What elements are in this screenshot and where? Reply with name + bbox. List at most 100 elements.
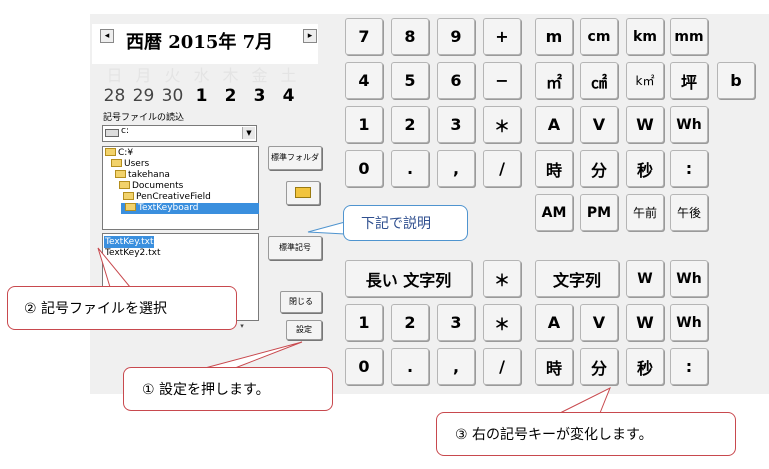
symbol-key[interactable]: W [626, 304, 664, 341]
weekday: 金 [251, 66, 268, 85]
calendar-day[interactable]: 4 [274, 86, 303, 106]
tree-item[interactable]: takehana [115, 170, 170, 181]
symbol-key[interactable]: mm [670, 18, 708, 55]
symbol-key[interactable]: Wh [670, 106, 708, 143]
symbol-key[interactable]: 坪 [670, 62, 708, 99]
calendar-day[interactable]: 28 [100, 86, 129, 106]
symbol-key[interactable]: 分 [580, 150, 618, 187]
folder-icon [111, 159, 122, 167]
tree-item-label: C:¥ [118, 148, 134, 158]
symbol-key[interactable]: 2 [391, 304, 429, 341]
symbol-key[interactable]: − [483, 62, 521, 99]
file-item[interactable]: TextKey2.txt [104, 247, 162, 259]
tree-item[interactable]: Users [111, 159, 149, 170]
symbol-key[interactable]: 7 [345, 18, 383, 55]
symbol-key[interactable]: k㎡ [626, 62, 664, 99]
symbol-key[interactable]: W [626, 106, 664, 143]
standard-symbol-button[interactable]: 標準記号 [268, 236, 322, 260]
symbol-key[interactable]: V [580, 106, 618, 143]
folder-icon [125, 203, 136, 211]
calendar-days: 28 29 30 1 2 3 4 [100, 86, 320, 106]
symbol-key[interactable]: ㎡ [535, 62, 573, 99]
symbol-key[interactable]: : [670, 150, 708, 187]
symbol-key[interactable]: cm [580, 18, 618, 55]
open-folder-button[interactable] [286, 181, 320, 205]
symbol-key[interactable]: / [483, 348, 521, 385]
symbol-key[interactable]: 0 [345, 150, 383, 187]
symbol-key[interactable]: 文字列 [535, 260, 619, 297]
standard-folder-button[interactable]: 標準フォルダ [268, 146, 322, 170]
tree-item[interactable]: C:¥ [105, 148, 133, 159]
symbol-key[interactable]: : [670, 348, 708, 385]
symbol-key[interactable]: 分 [580, 348, 618, 385]
symbol-key[interactable]: . [391, 348, 429, 385]
tree-item[interactable]: PenCreativeField [123, 192, 211, 203]
symbol-key[interactable]: 6 [437, 62, 475, 99]
callout-press-settings: ① 設定を押します。 [123, 367, 333, 411]
symbol-key[interactable]: , [437, 150, 475, 187]
symbol-key[interactable]: 1 [345, 106, 383, 143]
symbol-key[interactable]: . [391, 150, 429, 187]
symbol-key[interactable]: AM [535, 194, 573, 231]
symbol-key[interactable]: 2 [391, 106, 429, 143]
calendar-day[interactable]: 2 [216, 86, 245, 106]
symbol-key[interactable]: 0 [345, 348, 383, 385]
close-button[interactable]: 閉じる [280, 291, 322, 313]
folder-icon [115, 170, 126, 178]
symbol-key[interactable]: 時 [535, 150, 573, 187]
symbol-key[interactable]: A [535, 304, 573, 341]
symbol-key[interactable]: A [535, 106, 573, 143]
symbol-key[interactable]: m [535, 18, 573, 55]
symbol-key[interactable]: ＊ [483, 260, 521, 297]
drive-select[interactable]: c: ▼ [102, 125, 257, 142]
calendar-day[interactable]: 30 [158, 86, 187, 106]
folder-tree[interactable]: C:¥ Users takehana Documents PenCreative… [102, 146, 259, 230]
symbol-key[interactable]: W [626, 260, 664, 297]
symbol-key[interactable]: 5 [391, 62, 429, 99]
calendar-day[interactable]: 3 [245, 86, 274, 106]
symbol-key[interactable]: + [483, 18, 521, 55]
tree-item-selected[interactable]: TextKeyboard [121, 203, 259, 214]
symbol-key[interactable]: b [717, 62, 755, 99]
calendar-day[interactable]: 29 [129, 86, 158, 106]
symbol-key[interactable]: Wh [670, 260, 708, 297]
symbol-key[interactable]: 時 [535, 348, 573, 385]
symbol-key[interactable]: 午後 [670, 194, 708, 231]
weekday: 火 [164, 66, 181, 85]
tree-item-label: PenCreativeField [136, 192, 211, 202]
chevron-down-icon[interactable]: ▼ [242, 127, 255, 139]
symbol-key[interactable]: 長い 文字列 [345, 260, 472, 297]
settings-button[interactable]: 設定 [286, 320, 322, 340]
drive-icon [105, 129, 119, 137]
folder-icon [105, 148, 116, 156]
weekday: 土 [280, 66, 297, 85]
prev-month-button[interactable]: ◂ [100, 29, 114, 43]
symbol-key[interactable]: 8 [391, 18, 429, 55]
calendar-day[interactable]: 1 [187, 86, 216, 106]
symbol-key[interactable]: 4 [345, 62, 383, 99]
symbol-key[interactable]: / [483, 150, 521, 187]
symbol-key[interactable]: Wh [670, 304, 708, 341]
next-month-button[interactable]: ▸ [303, 29, 317, 43]
weekday: 月 [135, 66, 152, 85]
symbol-key[interactable]: ＊ [483, 106, 521, 143]
tree-item-label: Users [124, 159, 150, 169]
symbol-key[interactable]: 1 [345, 304, 383, 341]
symbol-key[interactable]: PM [580, 194, 618, 231]
symbol-key[interactable]: 秒 [626, 348, 664, 385]
symbol-key[interactable]: V [580, 304, 618, 341]
symbol-key[interactable]: 3 [437, 304, 475, 341]
tree-item-label: Documents [132, 181, 184, 191]
symbol-key[interactable]: 9 [437, 18, 475, 55]
tree-item[interactable]: Documents [119, 181, 183, 192]
symbol-key[interactable]: km [626, 18, 664, 55]
symbol-key[interactable]: , [437, 348, 475, 385]
symbol-key[interactable]: 午前 [626, 194, 664, 231]
drive-value: c: [121, 126, 129, 136]
symbol-key[interactable]: ㎠ [580, 62, 618, 99]
symbol-key[interactable]: ＊ [483, 304, 521, 341]
symbol-key[interactable]: 秒 [626, 150, 664, 187]
weekday: 木 [222, 66, 239, 85]
calendar-weekdays: 日 月 火 水 木 金 土 [100, 62, 320, 86]
symbol-key[interactable]: 3 [437, 106, 475, 143]
